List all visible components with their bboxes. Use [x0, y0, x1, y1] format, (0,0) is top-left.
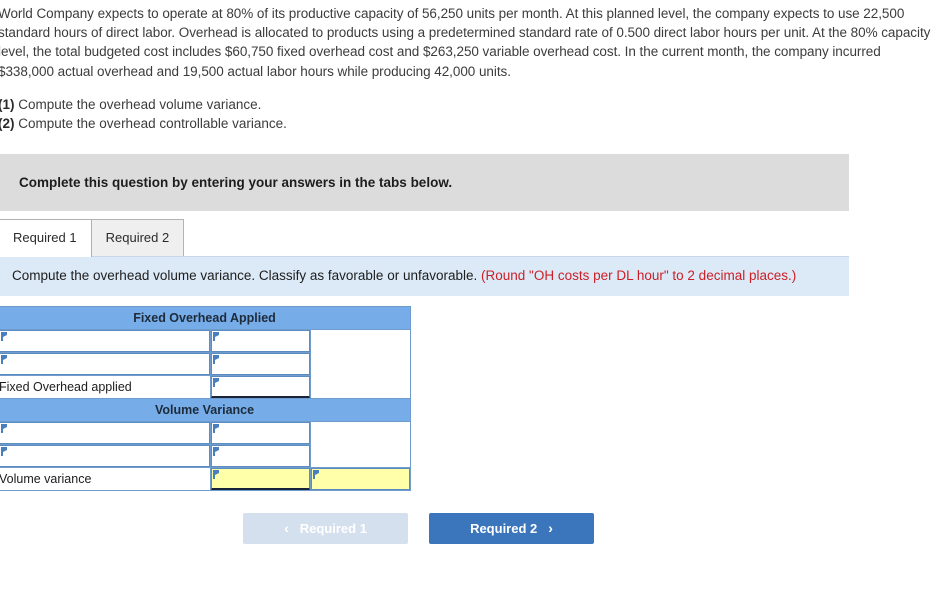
fixed-oh-row2-label-cell	[0, 351, 211, 376]
requirement-2: (2) Compute the overhead controllable va…	[0, 114, 939, 134]
fixed-overhead-applied-input[interactable]	[211, 375, 310, 398]
dropdown-flag-icon	[213, 377, 219, 387]
dropdown-flag-icon	[213, 446, 219, 456]
chevron-left-icon: ‹	[284, 520, 289, 537]
dropdown-flag-icon	[213, 331, 219, 341]
volume-variance-classification-input[interactable]	[311, 467, 411, 490]
requirements-list: (1) Compute the overhead volume variance…	[0, 95, 939, 134]
volume-var-row2-value-input[interactable]	[211, 444, 310, 467]
dropdown-flag-icon	[213, 469, 219, 479]
requirement-1-text: Compute the overhead volume variance.	[14, 96, 262, 112]
volume-var-row1-value-cell	[210, 420, 311, 445]
tab-required-2-label: Required 2	[105, 229, 170, 245]
problem-statement: World Company expects to operate at 80% …	[0, 0, 939, 81]
fixed-oh-row1-label-input[interactable]	[0, 329, 210, 352]
dropdown-flag-icon	[313, 469, 319, 479]
tab-required-1[interactable]: Required 1	[0, 218, 92, 257]
volume-variance-label: Volume variance	[0, 466, 211, 491]
volume-var-row1-label-cell	[0, 420, 211, 445]
fixed-oh-row2-value-cell	[210, 351, 311, 376]
volume-var-row1-label-input[interactable]	[0, 421, 210, 444]
fixed-oh-row2-value-input[interactable]	[211, 352, 310, 375]
tab-navigation-buttons: ‹ Required 1 Required 2 ›	[243, 512, 939, 544]
problem-text: World Company expects to operate at 80% …	[0, 6, 931, 79]
dropdown-flag-icon	[1, 446, 7, 456]
previous-required-1-button[interactable]: ‹ Required 1	[243, 512, 408, 544]
chevron-right-icon: ›	[548, 520, 553, 537]
fixed-oh-row1-label-cell	[0, 328, 211, 353]
fixed-overhead-applied-value-cell	[210, 374, 311, 399]
previous-required-1-label: Required 1	[299, 520, 367, 536]
requirement-2-number: (2)	[0, 116, 15, 132]
section-header-volume-variance: Volume Variance	[0, 397, 412, 422]
volume-var-row1-value-input[interactable]	[211, 421, 310, 444]
required-tabs: Required 1 Required 2	[0, 218, 849, 257]
fixed-oh-row2-label-input[interactable]	[0, 352, 210, 375]
requirement-1-number: (1)	[0, 96, 15, 112]
instruction-rounding-hint: (Round "OH costs per DL hour" to 2 decim…	[481, 267, 797, 283]
dropdown-flag-icon	[1, 331, 7, 341]
fixed-oh-result-blank-cell	[309, 328, 412, 399]
complete-question-banner: Complete this question by entering your …	[0, 153, 849, 211]
table-row	[0, 420, 412, 468]
section-header-fixed-overhead-applied: Fixed Overhead Applied	[0, 305, 412, 330]
next-required-2-button[interactable]: Required 2 ›	[429, 512, 594, 544]
complete-question-banner-text: Complete this question by entering your …	[19, 174, 453, 190]
dropdown-flag-icon	[1, 423, 7, 433]
table-row	[0, 328, 412, 399]
table-row: Volume variance	[0, 466, 412, 491]
table-section-header-row: Fixed Overhead Applied	[0, 305, 412, 330]
volume-variance-answer-table: Fixed Overhead Applied Fixed Overhead ap…	[0, 305, 412, 491]
volume-variance-classification-cell	[309, 466, 412, 491]
table-section-header-row: Volume Variance	[0, 397, 412, 422]
instruction-band: Compute the overhead volume variance. Cl…	[0, 255, 849, 296]
fixed-oh-row1-value-input[interactable]	[211, 329, 310, 352]
next-required-2-label: Required 2	[470, 520, 538, 536]
fixed-overhead-applied-label: Fixed Overhead applied	[0, 374, 211, 399]
dropdown-flag-icon	[213, 423, 219, 433]
dropdown-flag-icon	[1, 354, 7, 364]
instruction-main-text: Compute the overhead volume variance. Cl…	[12, 267, 481, 283]
volume-variance-amount-input[interactable]	[211, 467, 310, 490]
volume-variance-amount-cell	[210, 466, 311, 491]
fixed-oh-row1-value-cell	[210, 328, 311, 353]
volume-var-row2-label-input[interactable]	[0, 444, 210, 467]
volume-var-row2-value-cell	[210, 443, 311, 468]
requirement-2-text: Compute the overhead controllable varian…	[14, 116, 287, 132]
answer-table-wrapper: Fixed Overhead Applied Fixed Overhead ap…	[0, 305, 939, 491]
tab-required-2[interactable]: Required 2	[90, 218, 185, 257]
requirement-1: (1) Compute the overhead volume variance…	[0, 95, 939, 115]
volume-var-result-blank-cell	[309, 420, 412, 468]
dropdown-flag-icon	[213, 354, 219, 364]
tab-required-1-label: Required 1	[13, 229, 77, 245]
volume-var-row2-label-cell	[0, 443, 211, 468]
